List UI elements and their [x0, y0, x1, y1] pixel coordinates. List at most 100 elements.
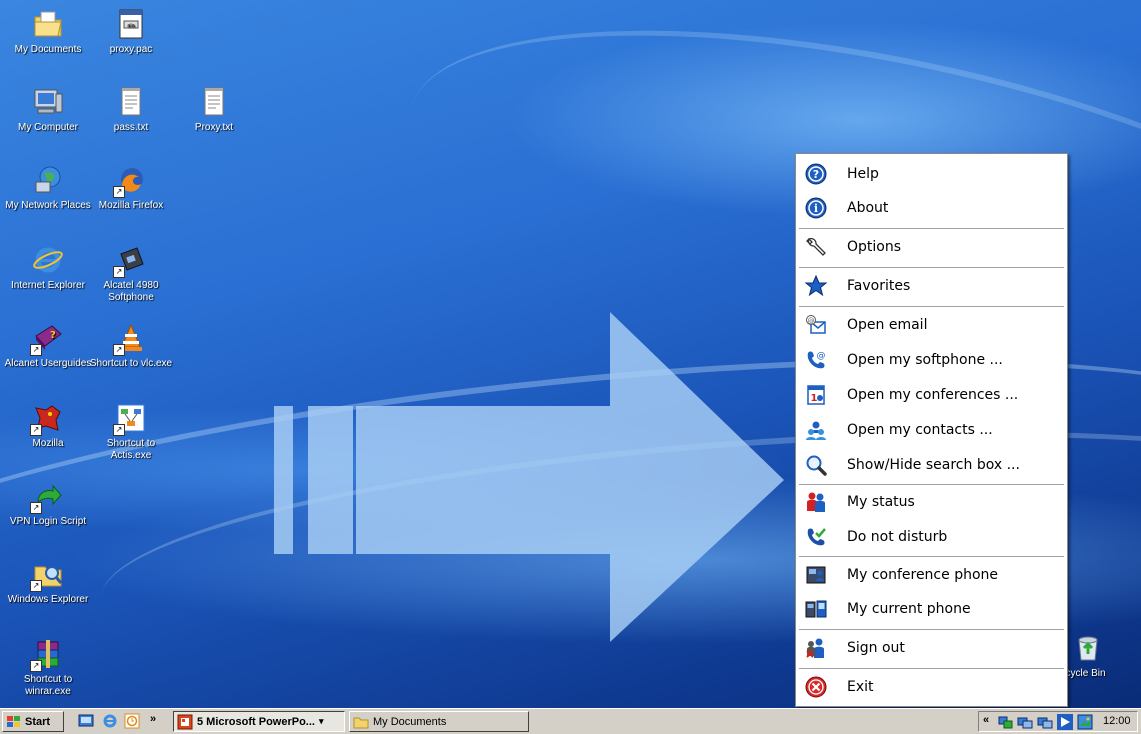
info-icon: i [805, 197, 827, 219]
wrench-icon [805, 236, 827, 258]
conference-icon: 1 [805, 384, 827, 406]
taskbar: Start » 5 Microsoft PowerPo... ▾ My Docu… [0, 708, 1141, 734]
tray-expand-button[interactable]: « [983, 714, 989, 726]
outlook-icon[interactable] [124, 713, 140, 729]
shortcut-arrow-icon: ↗ [113, 344, 125, 356]
desktop-icon-my-computer[interactable]: My Computer [4, 86, 92, 134]
internet-explorer-icon[interactable] [102, 713, 118, 729]
email-icon: @ [805, 314, 827, 336]
desktop-icon-my-documents[interactable]: My Documents [4, 8, 92, 56]
menu-item-help[interactable]: ? Help [796, 157, 1067, 191]
desktop-icon-internet-explorer[interactable]: Internet Explorer [4, 244, 92, 292]
tray-clock[interactable]: 12:00 [1103, 715, 1131, 727]
recycle-bin-icon [1072, 632, 1104, 664]
desktop-icon-firefox[interactable]: ↗ Mozilla Firefox [87, 164, 175, 212]
menu-item-my-status[interactable]: My status [796, 485, 1067, 519]
menu-item-my-conference-phone[interactable]: My conference phone [796, 558, 1067, 592]
desktop-icon-mozilla[interactable]: ↗ Mozilla [4, 402, 92, 450]
pac-file-icon: ala [115, 8, 147, 40]
menu-item-show-hide-search[interactable]: Show/Hide search box ... [796, 448, 1067, 482]
menu-separator [799, 629, 1064, 630]
big-arrow-graphic [274, 312, 784, 642]
desktop-icon-alcatel-softphone[interactable]: ↗ Alcatel 4980 Softphone [87, 244, 175, 304]
folder-icon [353, 714, 369, 730]
shortcut-arrow-icon: ↗ [30, 660, 42, 672]
menu-item-label: Options [847, 239, 902, 255]
icon-label: Shortcut to vlc.exe [89, 358, 173, 369]
menu-item-open-conferences[interactable]: 1 Open my conferences ... [796, 378, 1067, 412]
windows-logo-icon [6, 714, 22, 730]
start-button[interactable]: Start [2, 711, 64, 732]
icon-label: Proxy.txt [194, 122, 234, 133]
menu-item-open-contacts[interactable]: Open my contacts ... [796, 413, 1067, 447]
desktop-icon-vpn-login-script[interactable]: ↗ VPN Login Script [4, 480, 92, 528]
help-icon: ? [805, 163, 827, 185]
menu-separator [799, 267, 1064, 268]
quicklaunch-overflow[interactable]: » [150, 713, 156, 725]
menu-item-do-not-disturb[interactable]: Do not disturb [796, 520, 1067, 554]
script-arrow-icon: ↗ [30, 480, 64, 514]
desktop-icon-vlc[interactable]: ↗ Shortcut to vlc.exe [87, 322, 175, 370]
icon-label: My Network Places [5, 200, 91, 211]
desktop-icon-proxy-txt[interactable]: Proxy.txt [170, 86, 258, 134]
svg-text:@: @ [808, 317, 815, 325]
start-label: Start [25, 715, 51, 728]
menu-item-label: Do not disturb [847, 529, 948, 545]
internet-explorer-icon [32, 244, 64, 276]
taskbar-task-powerpoint[interactable]: 5 Microsoft PowerPo... ▾ [173, 711, 345, 732]
icon-label: Mozilla Firefox [98, 200, 164, 211]
help-book-icon: ? ↗ [30, 322, 64, 356]
menu-item-about[interactable]: i About [796, 191, 1067, 225]
menu-item-open-softphone[interactable]: @ Open my softphone ... [796, 343, 1067, 377]
network-places-icon [32, 164, 64, 196]
menu-item-label: Show/Hide search box ... [847, 457, 1020, 473]
show-desktop-icon[interactable] [78, 713, 94, 729]
taskbar-task-my-documents[interactable]: My Documents [349, 711, 529, 732]
softphone-icon: ↗ [113, 244, 147, 278]
desktop-icon-proxy-pac[interactable]: ala proxy.pac [87, 8, 175, 56]
tray-media-icon[interactable] [1057, 714, 1073, 730]
taskbar-task-label: 5 Microsoft PowerPo... [197, 715, 315, 728]
shortcut-arrow-icon: ↗ [113, 424, 125, 436]
desktop-icon-windows-explorer[interactable]: ↗ Windows Explorer [4, 558, 92, 606]
menu-item-sign-out[interactable]: Sign out [796, 631, 1067, 665]
menu-item-open-email[interactable]: @ Open email [796, 308, 1067, 342]
desktop-icon-actis[interactable]: ↗ Shortcut to Actis.exe [87, 402, 175, 462]
menu-item-exit[interactable]: Exit [796, 670, 1067, 704]
tray-connection-icon[interactable] [1037, 714, 1053, 730]
desktop-icon-recycle-bin[interactable]: ecycle Bin [1060, 632, 1141, 680]
my-computer-icon [32, 86, 64, 118]
desktop-icon-alcanet-userguides[interactable]: ? ↗ Alcanet Userguides [4, 322, 92, 370]
svg-text:ala: ala [127, 23, 135, 29]
vlc-icon: ↗ [113, 322, 147, 356]
current-phone-icon [805, 598, 827, 620]
svg-text:?: ? [813, 168, 819, 181]
menu-item-favorites[interactable]: Favorites [796, 269, 1067, 303]
tray-connection-icon[interactable] [1017, 714, 1033, 730]
shortcut-arrow-icon: ↗ [30, 344, 42, 356]
menu-item-label: Open my softphone ... [847, 352, 1003, 368]
desktop-icon-pass-txt[interactable]: pass.txt [87, 86, 175, 134]
menu-item-label: About [847, 200, 889, 216]
menu-item-label: Open email [847, 317, 928, 333]
tray-display-icon[interactable] [1077, 714, 1093, 730]
icon-label: Alcanet Userguides [4, 358, 92, 369]
my-documents-icon [32, 8, 64, 40]
taskbar-task-label: My Documents [373, 715, 447, 728]
icon-label: Shortcut to winrar.exe [23, 674, 73, 697]
menu-separator [799, 306, 1064, 307]
menu-item-label: Exit [847, 679, 874, 695]
shortcut-arrow-icon: ↗ [113, 186, 125, 198]
tray-network-icon[interactable] [997, 714, 1013, 730]
menu-item-my-current-phone[interactable]: My current phone [796, 592, 1067, 626]
desktop-icon-network-places[interactable]: My Network Places [4, 164, 92, 212]
conference-phone-icon [805, 564, 827, 586]
status-people-icon [805, 491, 827, 513]
shortcut-arrow-icon: ↗ [30, 502, 42, 514]
menu-item-label: Open my contacts ... [847, 422, 993, 438]
menu-item-options[interactable]: Options [796, 230, 1067, 264]
shortcut-arrow-icon: ↗ [30, 580, 42, 592]
desktop-icon-winrar[interactable]: ↗ Shortcut to winrar.exe [4, 638, 92, 698]
mozilla-icon: ↗ [30, 402, 64, 436]
svg-text:i: i [814, 202, 818, 215]
